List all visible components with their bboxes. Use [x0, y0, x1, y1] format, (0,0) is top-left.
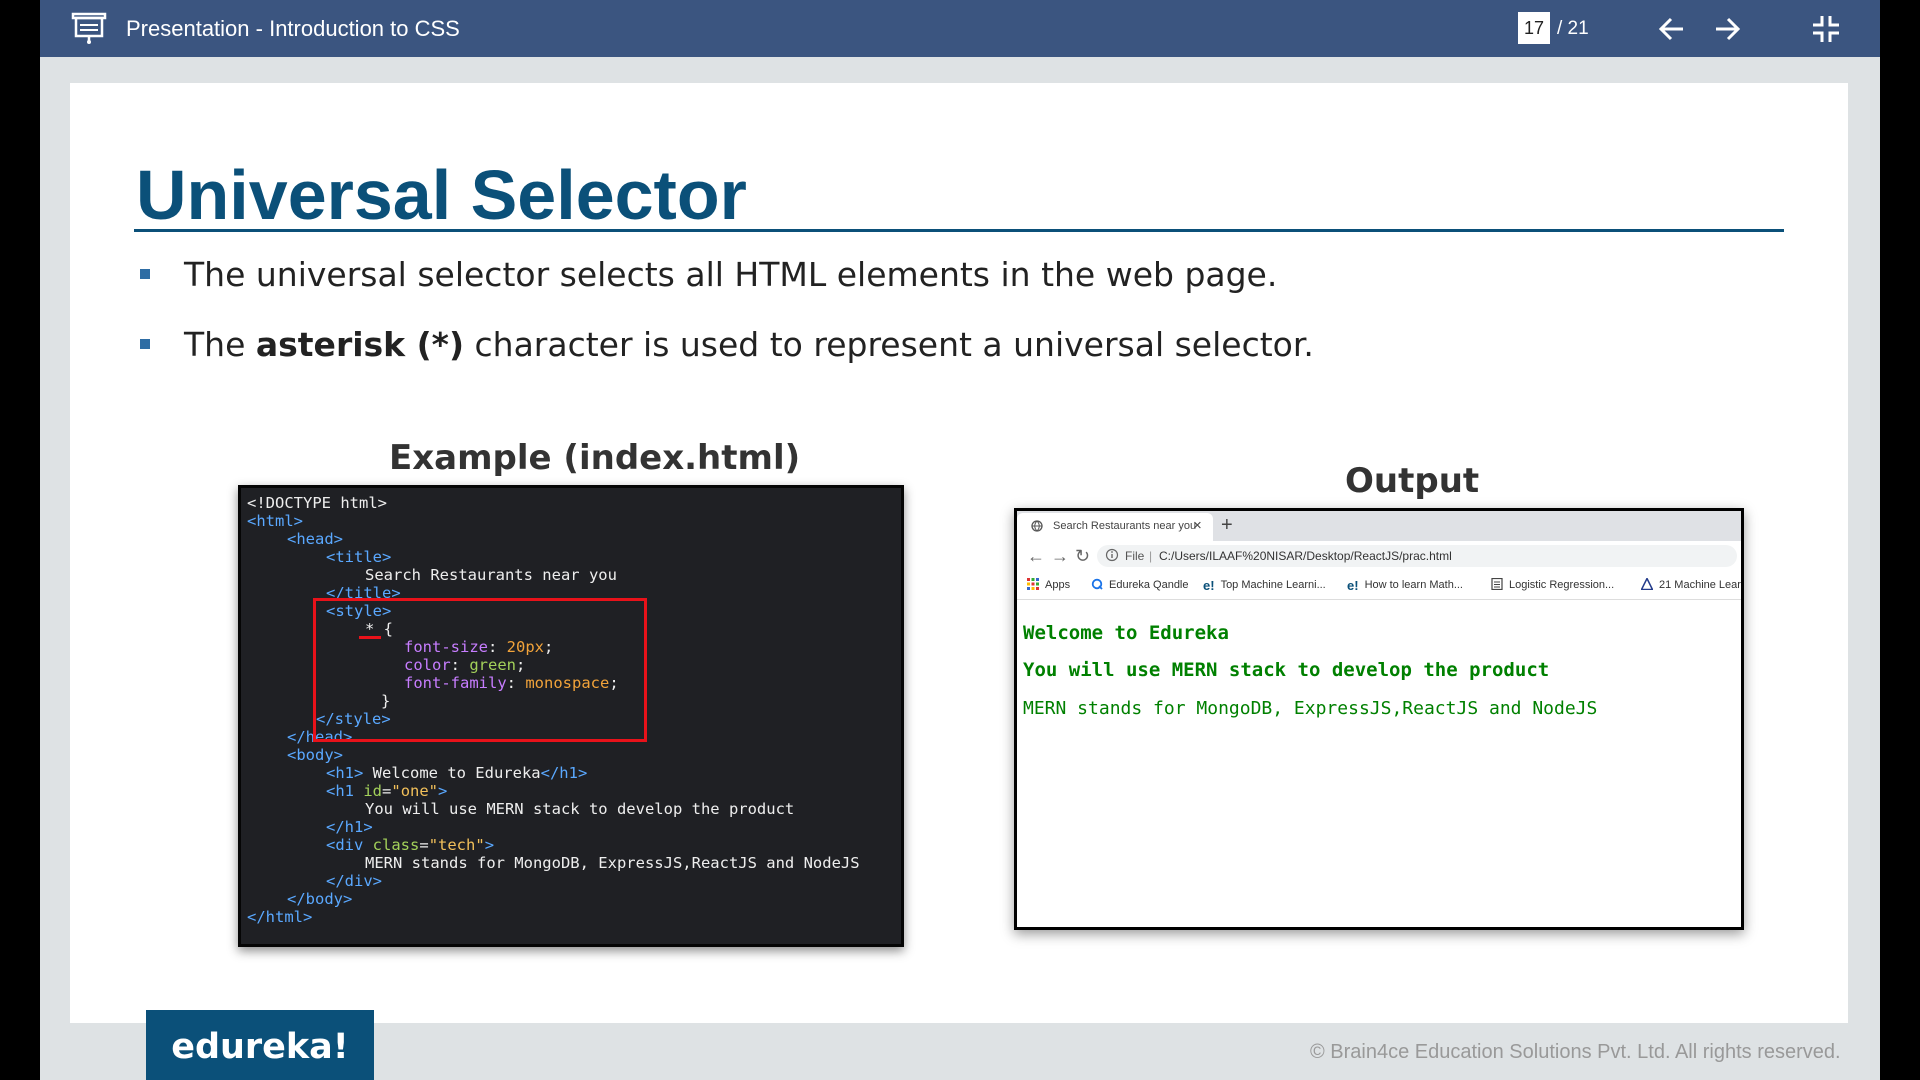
back-arrow-icon[interactable]: ←	[1027, 546, 1045, 566]
slide-heading: Universal Selector	[136, 156, 747, 234]
triangle-logo-icon	[1641, 578, 1653, 590]
exit-fullscreen-icon[interactable]	[1810, 13, 1842, 45]
example-caption: Example (index.html)	[389, 438, 801, 478]
apps-grid-icon	[1027, 578, 1039, 590]
browser-tab-title: Search Restaurants near you	[1053, 520, 1197, 532]
document-icon	[1491, 578, 1503, 590]
code-line-doctype: <!DOCTYPE html>	[247, 494, 387, 512]
code-line-title-text: Search Restaurants near you	[365, 566, 617, 584]
bookmark-top-ml[interactable]: e! Top Machine Learni...	[1203, 578, 1326, 593]
bookmark-edureka-qandle[interactable]: Edureka Qandle	[1091, 578, 1189, 591]
edureka-e-icon: e!	[1347, 578, 1359, 593]
code-line-h1-close: </h1>	[326, 818, 373, 836]
viewer-toolbar: Presentation - Introduction to CSS 17 / 2…	[40, 0, 1880, 57]
bookmarks-bar: Apps Edureka Qandle e! Top Machine Learni…	[1017, 571, 1741, 600]
code-line-div-close: </div>	[326, 872, 382, 890]
bookmark-learn-math[interactable]: e! How to learn Math...	[1347, 578, 1463, 593]
code-line-h1: <h1> Welcome to Edureka</h1>	[326, 764, 588, 782]
presentation-title: Presentation - Introduction to CSS	[126, 16, 460, 41]
code-line-div-text: MERN stands for MongoDB, ExpressJS,React…	[365, 854, 860, 872]
browser-tab-bar: Search Restaurants near you × +	[1017, 511, 1741, 541]
total-pages: / 21	[1557, 18, 1589, 39]
edureka-e-icon: e!	[1203, 578, 1215, 593]
reload-icon[interactable]: ↻	[1075, 546, 1090, 566]
edureka-logo: edureka!	[146, 1010, 374, 1080]
browser-tab[interactable]: Search Restaurants near you ×	[1017, 513, 1213, 541]
qandle-icon	[1091, 578, 1103, 590]
copyright-text: © Brain4ce Education Solutions Pvt. Ltd.…	[1310, 1041, 1841, 1063]
style-highlight-box	[313, 598, 647, 742]
globe-icon	[1031, 520, 1043, 532]
bullet-marker	[140, 269, 150, 279]
address-path: C:/Users/ILAAF%20NISAR/Desktop/ReactJS/p…	[1159, 549, 1452, 563]
previous-slide-arrow-icon[interactable]	[1656, 13, 1688, 45]
new-tab-button[interactable]: +	[1221, 514, 1233, 537]
page-indicator: 17 / 21	[1518, 12, 1589, 44]
code-line-h1-id: <h1 id="one">	[326, 782, 448, 800]
bookmark-apps[interactable]: Apps	[1027, 578, 1070, 591]
asterisk-underline	[359, 636, 381, 639]
asterisk-bold-text: asterisk (*)	[255, 325, 465, 364]
output-heading-2: You will use MERN stack to develop the p…	[1023, 659, 1550, 681]
code-line-head-open: <head>	[287, 530, 343, 548]
current-page-input[interactable]: 17	[1518, 12, 1550, 44]
forward-arrow-icon[interactable]: →	[1051, 546, 1069, 566]
code-line-html-open: <html>	[247, 512, 303, 530]
code-line-title-open: <title>	[326, 548, 392, 566]
bullet-marker	[140, 339, 150, 349]
slide-canvas: Universal Selector The universal selecto…	[70, 83, 1848, 1023]
browser-output-screenshot: Search Restaurants near you × + ← → ↻ Fi…	[1014, 508, 1744, 930]
output-heading-1: Welcome to Edureka	[1023, 622, 1229, 644]
code-line-body-close: </body>	[287, 890, 353, 908]
bookmark-21-ml[interactable]: 21 Machine Lear	[1641, 578, 1741, 591]
output-div-text: MERN stands for MongoDB, ExpressJS,React…	[1023, 698, 1598, 719]
code-line-div: <div class="tech">	[326, 836, 495, 854]
presentation-viewer: Presentation - Introduction to CSS 17 / 2…	[40, 0, 1880, 1080]
browser-nav-bar: ← → ↻ File | C:/Users/ILAAF%20NISAR/Desk…	[1017, 541, 1741, 571]
code-line-html-close: </html>	[247, 908, 313, 926]
close-tab-icon[interactable]: ×	[1193, 517, 1202, 534]
next-slide-arrow-icon[interactable]	[1711, 13, 1743, 45]
presentation-icon	[71, 12, 107, 44]
address-bar[interactable]: File | C:/Users/ILAAF%20NISAR/Desktop/Re…	[1097, 545, 1737, 567]
code-line-h1-text: You will use MERN stack to develop the p…	[365, 800, 795, 818]
address-scheme: File	[1125, 549, 1145, 563]
bookmark-logistic-regression[interactable]: Logistic Regression...	[1491, 578, 1614, 591]
info-icon	[1105, 548, 1119, 562]
output-caption: Output	[1345, 461, 1480, 501]
code-line-body-open: <body>	[287, 746, 343, 764]
code-screenshot: <!DOCTYPE html> <html> <head> <title> Se…	[238, 485, 904, 947]
heading-divider	[134, 229, 1784, 232]
